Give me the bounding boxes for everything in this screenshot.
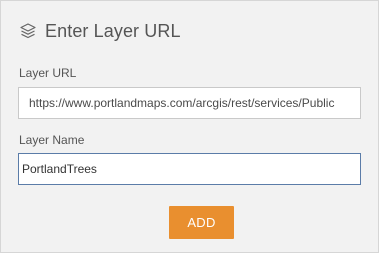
layer-name-label: Layer Name bbox=[19, 133, 85, 147]
panel-header: Enter Layer URL bbox=[19, 19, 181, 43]
layers-icon bbox=[19, 22, 37, 40]
layer-url-label: Layer URL bbox=[19, 66, 77, 80]
layer-name-input[interactable] bbox=[18, 153, 361, 185]
add-layer-panel: Enter Layer URL Layer URL Layer Name ADD bbox=[0, 0, 379, 253]
panel-title: Enter Layer URL bbox=[45, 20, 181, 41]
add-button[interactable]: ADD bbox=[169, 206, 234, 239]
layer-url-input[interactable] bbox=[18, 87, 361, 119]
